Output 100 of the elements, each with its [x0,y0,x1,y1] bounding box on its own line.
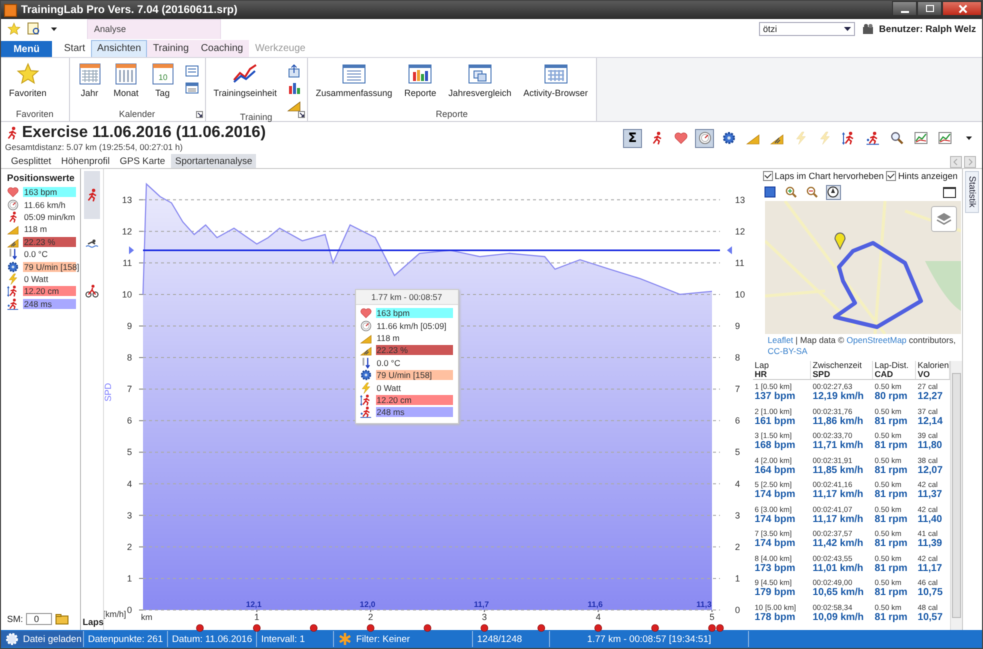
position-value: 248 ms [23,298,76,309]
ribbon-button[interactable]: Zusammenfassung [312,62,396,98]
dialog-launcher-icon[interactable] [196,111,203,118]
minimize-button[interactable] [892,1,917,16]
position-value: 22.23 % [23,236,76,247]
total-distance: Gesamtdistanz: 5.07 km (19:25:54, 00:27:01 h) [5,142,184,152]
scrollbar[interactable] [950,361,962,630]
table-cell-text: 137 bpm [754,391,796,402]
ribbon-tab[interactable]: Training [147,40,195,57]
ribbon-tab[interactable]: Coaching [194,40,250,57]
view-tab[interactable]: Gesplittet [7,154,56,168]
y-tick-label: 2 [126,542,132,552]
y-axis-label: SPD [104,383,113,402]
lap-marker-icon[interactable] [310,624,318,632]
ribbon-button[interactable]: Favoriten [6,62,50,98]
table-cell-text: 11,17 km/h [812,514,864,525]
calendar-icon [184,81,199,95]
attribution-link[interactable]: CC-BY-SA [768,346,808,356]
position-value: 22.23 % [376,345,453,356]
view-tab[interactable]: Höhenprofil [57,154,114,168]
sport-filter-button[interactable] [84,171,100,219]
checkbox[interactable] [886,171,896,181]
attribution-link[interactable]: OpenStreetMap [846,335,907,345]
table-cell-text: 81 rpm [874,514,908,525]
lap-marker-icon[interactable] [366,624,374,632]
folder-icon[interactable] [55,612,70,626]
map-tool-button[interactable] [762,184,778,200]
close-button[interactable] [942,1,982,16]
lap-marker-icon[interactable] [480,624,488,632]
ribbon-tab[interactable]: Start [58,40,92,57]
lap-marker-icon[interactable] [650,624,659,632]
compass-icon [827,186,840,198]
position-value: 12.20 cm [23,286,76,296]
ribbon-button[interactable]: Monat [110,62,142,98]
map-tool-button[interactable] [826,184,841,200]
menu-button[interactable]: Menü [1,41,52,57]
table-cell-text: 11,42 km/h [812,538,864,550]
lap-marker-icon[interactable] [594,624,602,632]
lap-marker-icon[interactable] [196,624,204,632]
speedometer-icon [360,320,372,332]
lap-marker-icon[interactable] [716,624,724,632]
table-cell-text: 81 rpm [874,587,908,598]
table-cell-text: 174 bpm [754,514,796,525]
ribbon-button[interactable]: Activity-Browser [520,62,591,98]
column-header[interactable]: Lap HR [752,361,811,379]
maximize-button[interactable] [917,1,942,16]
ribbon-button[interactable]: Jahr [74,62,105,98]
ribbon-tab[interactable]: Ansichten [91,40,148,57]
y-tick-label: 11 [734,258,744,268]
column-header[interactable]: Lap-Dist. CAD [872,361,916,379]
small-ribbon-button[interactable] [184,64,200,78]
lap-marker-icon[interactable] [537,624,545,632]
view-tab[interactable]: Sportartenanalyse [171,154,256,168]
attribution-link[interactable]: Leaflet [768,335,794,345]
ribbon-button[interactable]: 10 Tag [148,62,178,98]
users-icon[interactable] [861,22,876,36]
y-tick-label: 0 [734,605,740,615]
y-tick-label: 1 [734,573,740,584]
layers-button[interactable] [930,206,957,232]
table-cell-text: 11,80 [918,440,944,452]
small-ribbon-button[interactable] [184,81,200,95]
list-icon [184,64,199,78]
checkbox-option[interactable]: Hints anzeigen [886,171,958,181]
app-icon [4,4,17,16]
table-cell-text: 81 rpm [874,416,908,427]
table-cell-text: 11,01 km/h [812,562,864,574]
small-ribbon-button[interactable] [286,64,302,78]
table-cell-text: 81 rpm [874,562,908,574]
ribbon-button[interactable]: Trainingseinheit [210,62,280,98]
document-search-icon[interactable] [27,22,41,36]
toolbar-button[interactable]: Σ [623,128,642,148]
dialog-launcher-icon[interactable] [298,111,305,118]
y-tick-label: 9 [734,321,740,331]
selection-icon [764,186,776,198]
layers-icon [936,212,952,226]
lap-marker-icon[interactable] [708,624,716,632]
lap-marker-icon[interactable] [423,624,431,632]
y-tick-label: 3 [734,510,740,520]
x-axis-label: km [140,612,152,622]
athlete-select[interactable]: ötzi [759,22,856,36]
checkbox[interactable] [762,171,773,181]
y-tick-label: 1 [126,573,132,584]
position-value: 0.0 °C [23,249,49,260]
view-tab[interactable]: GPS Karte [116,154,170,168]
table-cell-text: 161 bpm [754,416,796,427]
table-cell-text: 168 bpm [754,440,796,452]
ribbon-button[interactable]: Reporte [401,62,440,98]
x-tick-label: 2 [368,612,373,622]
checkbox-option[interactable]: Laps im Chart hervorheben [762,171,884,181]
star-icon[interactable] [7,22,21,36]
lap-marker-icon[interactable] [252,624,260,632]
caret-icon[interactable] [844,26,852,32]
table-cell-text: 12,14 [918,416,944,427]
grid-icon [544,62,568,86]
sm-spinner[interactable]: 0 [26,613,52,625]
maximize-icon[interactable] [942,186,956,198]
side-tab[interactable]: Statistik [965,171,980,213]
ribbon-button[interactable]: Jahresvergleich [445,62,514,98]
bar-chart-icon [408,62,432,86]
column-header[interactable]: Zwischenzeit SPD [810,361,873,379]
